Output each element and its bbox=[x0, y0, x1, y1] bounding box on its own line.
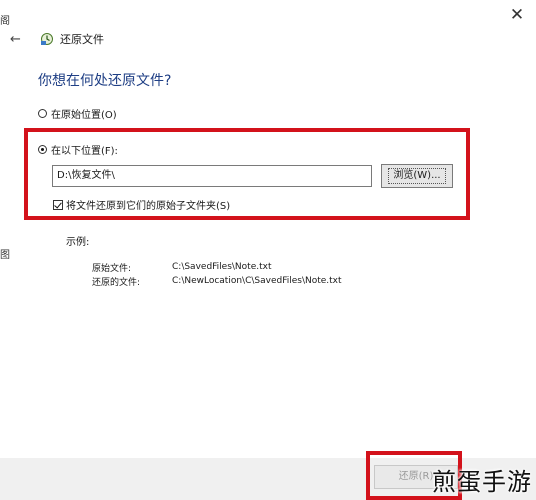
watermark: 煎蛋手游 bbox=[432, 468, 532, 496]
subfolder-checkbox[interactable] bbox=[53, 199, 63, 210]
page-heading: 你想在何处还原文件? bbox=[38, 73, 172, 89]
browse-button[interactable]: 浏览(W)... bbox=[381, 164, 453, 188]
restore-files-window: 阁 图 ✕ ← 还原文件 你想在何处还原文件? 在原始位置(O) 在以下位置(F… bbox=[0, 0, 536, 500]
example-row: 原始文件: C:\SavedFiles\Note.txt bbox=[92, 260, 342, 274]
radio-original-label: 在原始位置(O) bbox=[51, 110, 117, 121]
back-arrow-icon[interactable]: ← bbox=[10, 32, 28, 47]
radio-original-location[interactable]: 在原始位置(O) bbox=[38, 106, 117, 121]
example-key: 原始文件: bbox=[92, 263, 132, 274]
radio-unchecked[interactable] bbox=[38, 109, 47, 118]
radio-following-label: 在以下位置(F): bbox=[51, 146, 118, 157]
example-table: 原始文件: C:\SavedFiles\Note.txt 还原的文件: C:\N… bbox=[92, 260, 342, 288]
subfolder-checkbox-label: 将文件还原到它们的原始子文件夹(S) bbox=[66, 201, 231, 212]
example-label: 示例: bbox=[66, 237, 90, 248]
path-input[interactable]: D:\恢复文件\ bbox=[52, 165, 372, 187]
example-row: 还原的文件: C:\NewLocation\C\SavedFiles\Note.… bbox=[92, 274, 342, 288]
left-clipped-text-mid: 图 bbox=[0, 250, 10, 261]
window-title: 还原文件 bbox=[60, 33, 104, 46]
example-value: C:\SavedFiles\Note.txt bbox=[172, 262, 272, 272]
file-history-icon bbox=[41, 33, 53, 45]
radio-following-location[interactable]: 在以下位置(F): bbox=[38, 142, 118, 157]
radio-checked[interactable] bbox=[38, 145, 47, 154]
subfolder-checkbox-row[interactable]: 将文件还原到它们的原始子文件夹(S) bbox=[53, 197, 230, 212]
close-button[interactable]: ✕ bbox=[506, 4, 528, 26]
left-clipped-text-top: 阁 bbox=[0, 16, 10, 27]
close-icon: ✕ bbox=[509, 5, 525, 25]
title-bar: ← 还原文件 bbox=[10, 28, 104, 50]
browse-label: 浏览(W)... bbox=[388, 168, 446, 184]
example-value: C:\NewLocation\C\SavedFiles\Note.txt bbox=[172, 276, 342, 286]
example-key: 还原的文件: bbox=[92, 277, 141, 288]
